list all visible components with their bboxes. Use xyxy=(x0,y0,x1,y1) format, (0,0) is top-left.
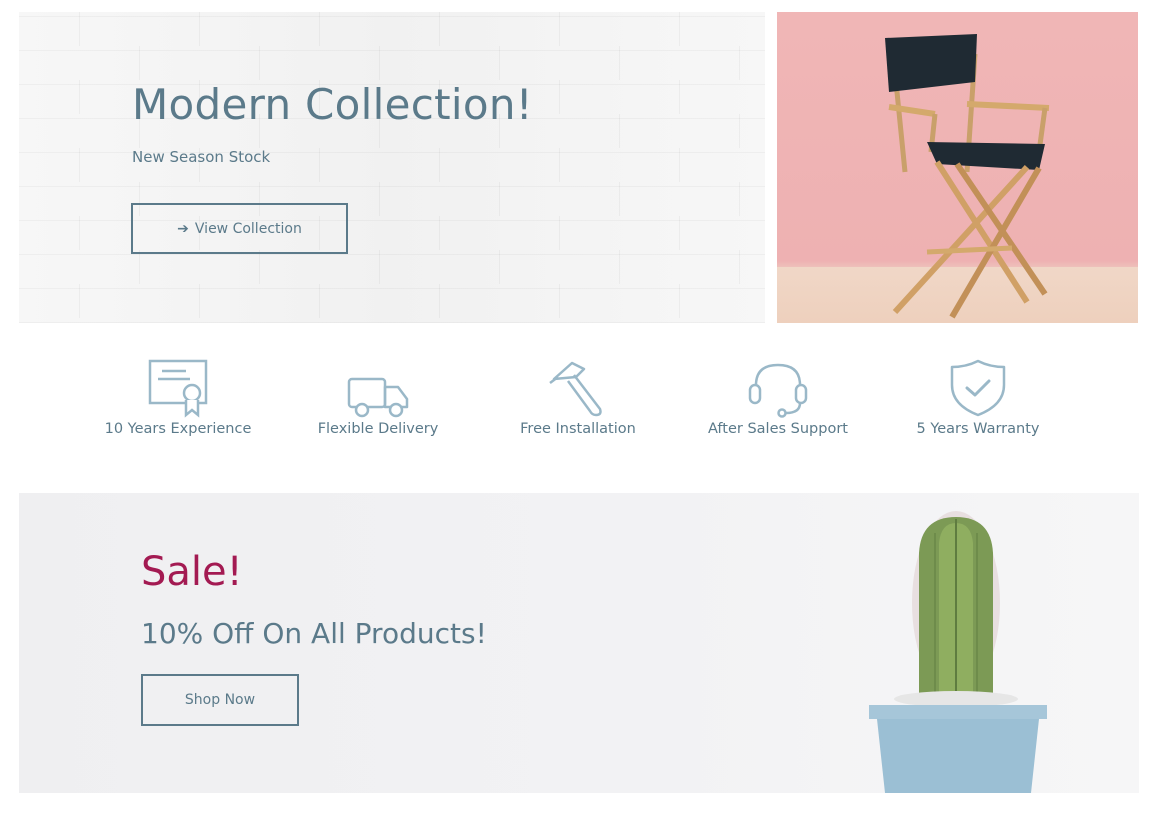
feature-label: 5 Years Warranty xyxy=(916,421,1040,437)
hero-banner: Modern Collection! New Season Stock ➔ Vi… xyxy=(19,12,765,323)
hero-title: Modern Collection! xyxy=(132,80,533,129)
sale-banner: Sale! 10% Off On All Products! Shop Now xyxy=(19,493,1139,793)
headset-icon xyxy=(748,363,808,418)
feature-item-warranty: 5 Years Warranty xyxy=(878,355,1078,437)
director-chair-illustration xyxy=(885,34,1050,319)
feature-item-installation: Free Installation xyxy=(478,355,678,437)
chair-image xyxy=(777,12,1138,323)
feature-label: Free Installation xyxy=(520,421,636,437)
view-collection-button[interactable]: ➔ View Collection xyxy=(131,203,348,254)
sale-subtitle: 10% Off On All Products! xyxy=(141,617,487,650)
shop-now-button[interactable]: Shop Now xyxy=(141,674,299,726)
hammer-icon xyxy=(549,361,602,417)
sale-title: Sale! xyxy=(141,549,243,595)
feature-label: After Sales Support xyxy=(708,421,848,437)
cactus-image xyxy=(869,511,1047,793)
feature-list: 10 Years Experience Flexible Delivery Fr… xyxy=(78,355,1078,445)
certificate-icon xyxy=(148,359,208,418)
feature-label: Flexible Delivery xyxy=(317,421,439,437)
shield-check-icon xyxy=(950,359,1006,417)
feature-item-experience: 10 Years Experience xyxy=(78,355,278,437)
delivery-truck-icon xyxy=(347,377,409,418)
feature-item-delivery: Flexible Delivery xyxy=(278,355,478,437)
feature-item-support: After Sales Support xyxy=(678,355,878,437)
hero-subtitle: New Season Stock xyxy=(132,148,271,166)
arrow-right-icon: ➔ xyxy=(177,220,189,237)
feature-label: 10 Years Experience xyxy=(104,421,252,437)
view-collection-label: View Collection xyxy=(194,220,302,237)
